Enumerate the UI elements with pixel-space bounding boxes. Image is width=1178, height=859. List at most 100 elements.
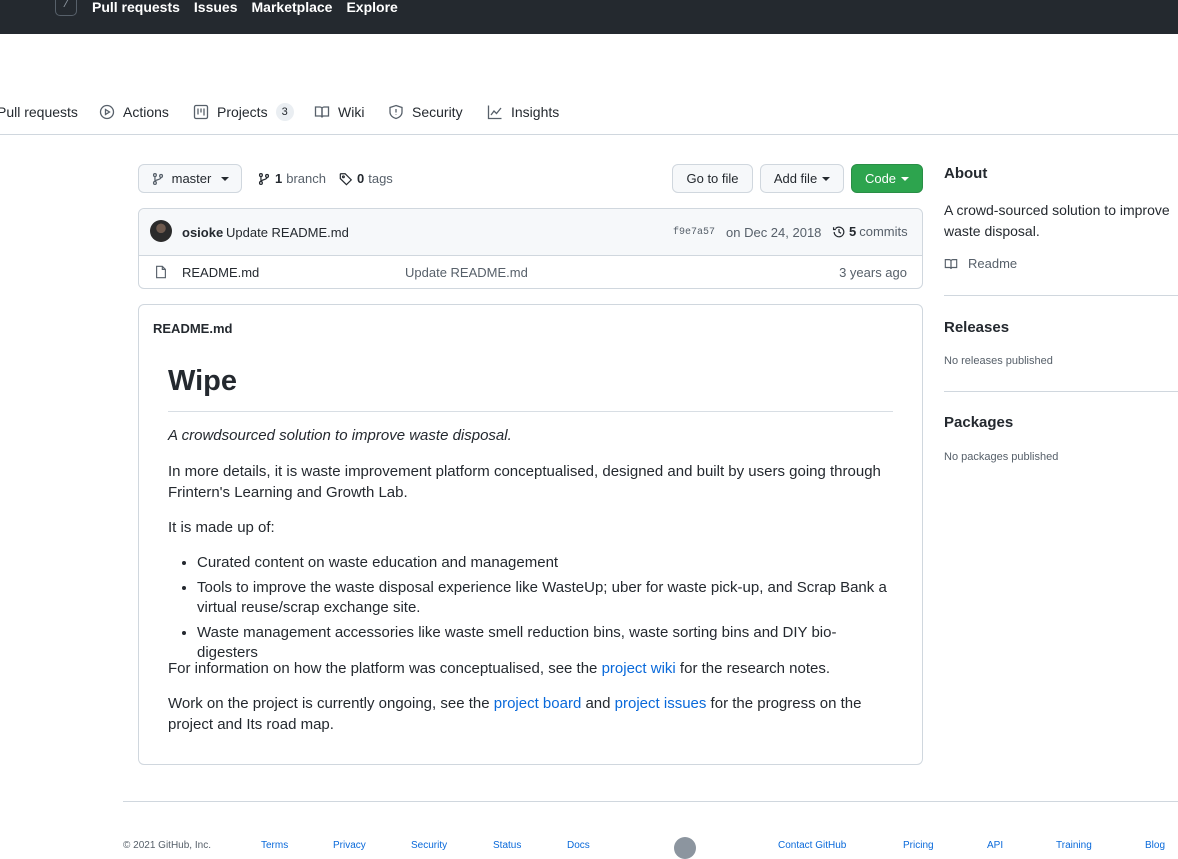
git-branch-icon (258, 172, 270, 185)
file-age: 3 years ago (839, 265, 907, 280)
footer-link-api[interactable]: API (987, 840, 1003, 851)
project-issues-link[interactable]: project issues (615, 695, 707, 712)
divider (944, 391, 1178, 392)
tag-count-label: tags (368, 171, 393, 186)
global-header: / Pull requests Issues Marketplace Explo… (0, 0, 1178, 34)
tab-pull-requests[interactable]: Pull requests (0, 104, 78, 120)
footer-link-pricing[interactable]: Pricing (903, 840, 934, 851)
tab-wiki-label: Wiki (338, 104, 365, 120)
readme-list: Curated content on waste education and m… (197, 553, 887, 668)
tag-icon (339, 172, 353, 186)
project-wiki-link[interactable]: project wiki (602, 660, 676, 677)
footer-link-blog[interactable]: Blog (1145, 840, 1165, 851)
search-shortcut-key[interactable]: / (55, 0, 77, 16)
projects-counter: 3 (275, 103, 294, 121)
file-list: osioke Update README.md f9e7a57 on Dec 2… (138, 208, 923, 289)
footer-link-contact[interactable]: Contact GitHub (778, 840, 846, 851)
tab-projects[interactable]: Projects 3 (193, 103, 294, 121)
file-commit-message[interactable]: Update README.md (405, 265, 528, 280)
nav-issues[interactable]: Issues (194, 0, 238, 15)
branch-count: 1 (275, 171, 283, 186)
shield-icon (389, 104, 403, 120)
branch-select-button[interactable]: master (138, 164, 242, 193)
readme-paragraph: In more details, it is waste improvement… (168, 463, 881, 501)
text-run: and (581, 695, 615, 712)
tab-insights[interactable]: Insights (487, 104, 559, 120)
footer-link-status[interactable]: Status (493, 840, 521, 851)
readme-paragraph: Work on the project is currently ongoing… (168, 693, 888, 735)
tab-actions[interactable]: Actions (99, 104, 169, 120)
readme-title: Wipe (168, 365, 238, 397)
tab-wiki[interactable]: Wiki (314, 104, 364, 120)
nav-marketplace[interactable]: Marketplace (252, 0, 333, 15)
github-logo-icon[interactable] (674, 837, 696, 859)
text-run: For information on how the platform was … (168, 660, 602, 677)
nav-explore[interactable]: Explore (346, 0, 397, 15)
tab-security[interactable]: Security (388, 104, 463, 120)
book-icon (944, 258, 958, 269)
text-run: Work on the project is currently ongoing… (168, 695, 494, 712)
readme-paragraph: It is made up of: (168, 519, 275, 536)
commit-author[interactable]: osioke (182, 225, 223, 240)
footer-link-training[interactable]: Training (1056, 840, 1092, 851)
graph-icon (487, 105, 502, 120)
code-button-label: Code (864, 171, 897, 186)
nav-pull-requests[interactable]: Pull requests (92, 0, 180, 15)
chevron-down-icon (221, 176, 230, 181)
file-icon (156, 265, 166, 279)
project-board-link[interactable]: project board (494, 695, 582, 712)
releases-title[interactable]: Releases (944, 319, 1009, 336)
tab-insights-label: Insights (511, 104, 560, 120)
commit-count: 5 (849, 224, 857, 239)
divider (944, 295, 1178, 296)
releases-text: No releases published (944, 355, 1053, 367)
tab-projects-label: Projects (217, 104, 268, 120)
readme-header[interactable]: README.md (153, 321, 232, 336)
table-row[interactable]: README.md Update README.md 3 years ago (139, 256, 922, 289)
tag-count-link[interactable]: 0 tags (339, 171, 393, 186)
code-button[interactable]: Code (851, 164, 923, 193)
tab-security-label: Security (412, 104, 463, 120)
global-nav: Pull requests Issues Marketplace Explore (92, 0, 398, 15)
file-name[interactable]: README.md (182, 265, 259, 280)
commit-sha[interactable]: f9e7a57 (673, 227, 715, 238)
title-divider (168, 411, 893, 412)
repo-nav (0, 96, 1178, 135)
chevron-down-icon (822, 176, 831, 181)
tab-actions-label: Actions (123, 104, 169, 120)
readme-panel: README.md Wipe A crowdsourced solution t… (138, 304, 923, 765)
commit-count-label: commits (859, 224, 908, 239)
text-run: for the research notes. (675, 660, 831, 677)
footer-link-security[interactable]: Security (411, 840, 447, 851)
book-icon (314, 106, 330, 118)
tag-count: 0 (357, 171, 365, 186)
history-icon (832, 226, 845, 237)
chevron-down-icon (901, 176, 910, 181)
branch-count-link[interactable]: 1 branch (257, 171, 326, 186)
add-file-button[interactable]: Add file (760, 164, 844, 193)
about-title: About (944, 165, 988, 182)
readme-link[interactable]: Readme (944, 256, 1017, 271)
play-circle-icon (99, 104, 115, 120)
avatar[interactable] (150, 220, 172, 242)
go-to-file-button[interactable]: Go to file (672, 164, 753, 193)
footer-link-terms[interactable]: Terms (261, 840, 288, 851)
branch-select-label: master (171, 171, 212, 186)
commits-link[interactable]: 5 commits (832, 224, 908, 239)
branch-count-label: branch (286, 171, 326, 186)
commit-message[interactable]: Update README.md (226, 225, 349, 240)
project-board-icon (193, 104, 209, 120)
footer-link-docs[interactable]: Docs (567, 840, 590, 851)
packages-text: No packages published (944, 451, 1059, 463)
add-file-label: Add file (773, 171, 818, 186)
list-item: Curated content on waste education and m… (197, 553, 887, 573)
footer-link-privacy[interactable]: Privacy (333, 840, 366, 851)
about-text: A crowd-sourced solution to improve wast… (944, 202, 1170, 239)
readme-paragraph: For information on how the platform was … (168, 658, 888, 679)
readme-tagline: A crowdsourced solution to improve waste… (168, 427, 512, 444)
commit-date: on Dec 24, 2018 (726, 225, 822, 240)
tab-pull-requests-label: Pull requests (0, 104, 78, 120)
latest-commit: osioke Update README.md f9e7a57 on Dec 2… (139, 209, 922, 256)
packages-title[interactable]: Packages (944, 414, 1013, 431)
list-item: Tools to improve the waste disposal expe… (197, 578, 887, 618)
